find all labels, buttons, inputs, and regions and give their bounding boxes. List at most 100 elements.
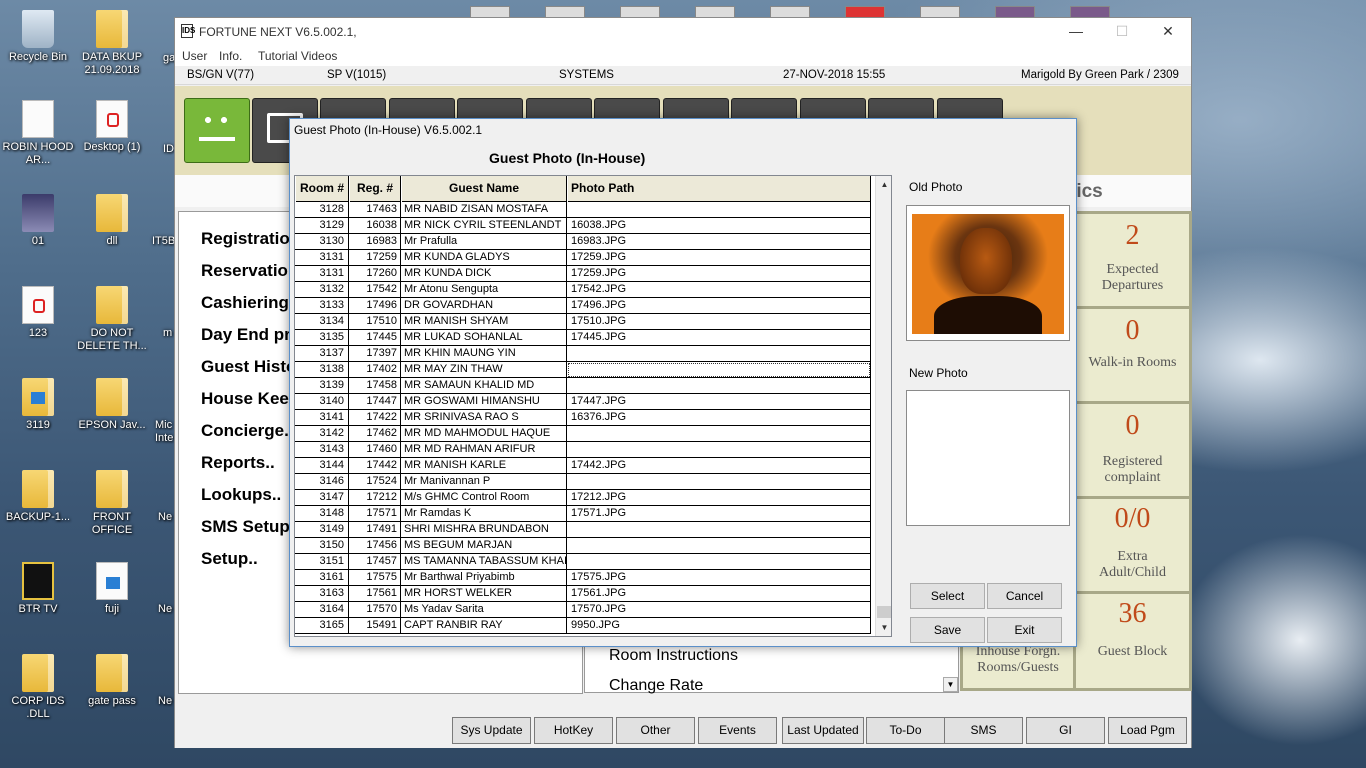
table-row[interactable]: 3140 17447 MR GOSWAMI HIMANSHU 17447.JPG [295, 394, 871, 410]
menu-setup[interactable]: Setup.. [201, 549, 258, 569]
toolbar-registration-button[interactable] [184, 98, 250, 163]
menu-info[interactable]: Info. [219, 49, 242, 63]
cell-photo-path[interactable] [567, 362, 871, 378]
cell-reg[interactable]: 17260 [349, 266, 401, 282]
cell-guest-name[interactable]: MR KHIN MAUNG YIN [401, 346, 567, 362]
cell-reg[interactable]: 17510 [349, 314, 401, 330]
table-row[interactable]: 3163 17561 MR HORST WELKER 17561.JPG [295, 586, 871, 602]
cell-room[interactable]: 3150 [295, 538, 349, 554]
cell-reg[interactable]: 17442 [349, 458, 401, 474]
cell-room[interactable]: 3148 [295, 506, 349, 522]
cell-reg[interactable]: 17457 [349, 554, 401, 570]
cell-guest-name[interactable]: Ms Yadav Sarita [401, 602, 567, 618]
desktop-icon-epson[interactable]: EPSON Jav... [75, 378, 149, 432]
cell-guest-name[interactable]: SHRI MISHRA BRUNDABON [401, 522, 567, 538]
desktop-icon-123[interactable]: 123 [1, 286, 75, 340]
col-reg[interactable]: Reg. # [349, 176, 401, 202]
stat-guest-block[interactable]: 36 Guest Block [1076, 594, 1189, 688]
table-row[interactable]: 3138 17402 MR MAY ZIN THAW [295, 362, 871, 378]
cell-room[interactable]: 3165 [295, 618, 349, 634]
cell-guest-name[interactable]: MR MANISH KARLE [401, 458, 567, 474]
table-row[interactable]: 3130 16983 Mr Prafulla 16983.JPG [295, 234, 871, 250]
table-row[interactable]: 3151 17457 MS TAMANNA TABASSUM KHAI [295, 554, 871, 570]
table-row[interactable]: 3139 17458 MR SAMAUN KHALID MD [295, 378, 871, 394]
cell-room[interactable]: 3133 [295, 298, 349, 314]
desktop-icon-backup[interactable]: BACKUP-1... [1, 470, 75, 524]
cell-photo-path[interactable]: 16038.JPG [567, 218, 871, 234]
cell-reg[interactable]: 15491 [349, 618, 401, 634]
stat-extra-adult-child[interactable]: 0/0 Extra Adult/Child [1076, 499, 1189, 591]
table-row[interactable]: 3131 17260 MR KUNDA DICK 17259.JPG [295, 266, 871, 282]
cell-reg[interactable]: 16038 [349, 218, 401, 234]
load-pgm-button[interactable]: Load Pgm [1108, 717, 1187, 744]
cell-photo-path[interactable]: 17561.JPG [567, 586, 871, 602]
cell-room[interactable]: 3146 [295, 474, 349, 490]
table-row[interactable]: 3143 17460 MR MD RAHMAN ARIFUR [295, 442, 871, 458]
menu-registration[interactable]: Registratio [201, 229, 290, 249]
col-photo-path[interactable]: Photo Path [567, 176, 871, 202]
table-row[interactable]: 3146 17524 Mr Manivannan P [295, 474, 871, 490]
cell-photo-path[interactable]: 17447.JPG [567, 394, 871, 410]
sys-update-button[interactable]: Sys Update [452, 717, 531, 744]
cell-room[interactable]: 3142 [295, 426, 349, 442]
table-row[interactable]: 3144 17442 MR MANISH KARLE 17442.JPG [295, 458, 871, 474]
events-button[interactable]: Events [698, 717, 777, 744]
cell-guest-name[interactable]: Mr Ramdas K [401, 506, 567, 522]
cell-room[interactable]: 3147 [295, 490, 349, 506]
cell-reg[interactable]: 17456 [349, 538, 401, 554]
cell-reg[interactable]: 17524 [349, 474, 401, 490]
cell-room[interactable]: 3132 [295, 282, 349, 298]
stat-expected-departures[interactable]: 2 Expected Departures [1076, 214, 1189, 306]
menu-reports[interactable]: Reports.. [201, 453, 275, 473]
desktop-icon-desktop1[interactable]: Desktop (1) [75, 100, 149, 154]
table-row[interactable]: 3148 17571 Mr Ramdas K 17571.JPG [295, 506, 871, 522]
cell-room[interactable]: 3163 [295, 586, 349, 602]
cell-photo-path[interactable]: 17259.JPG [567, 266, 871, 282]
cell-reg[interactable]: 17571 [349, 506, 401, 522]
cell-reg[interactable]: 17575 [349, 570, 401, 586]
cell-photo-path[interactable]: 17445.JPG [567, 330, 871, 346]
cell-reg[interactable]: 17458 [349, 378, 401, 394]
table-row[interactable]: 3135 17445 MR LUKAD SOHANLAL 17445.JPG [295, 330, 871, 346]
cell-reg[interactable]: 17447 [349, 394, 401, 410]
desktop-icon-do-not-delete[interactable]: DO NOT DELETE TH... [75, 286, 149, 353]
cell-photo-path[interactable] [567, 474, 871, 490]
desktop-cut-label[interactable]: Ne [158, 603, 172, 615]
save-button[interactable]: Save [910, 617, 985, 643]
cell-room[interactable]: 3129 [295, 218, 349, 234]
desktop-cut-label[interactable]: IT5B [152, 235, 175, 247]
table-row[interactable]: 3141 17422 MR SRINIVASA RAO S 16376.JPG [295, 410, 871, 426]
menu-sms-setup[interactable]: SMS Setup. [201, 517, 295, 537]
cell-reg[interactable]: 17491 [349, 522, 401, 538]
table-row[interactable]: 3134 17510 MR MANISH SHYAM 17510.JPG [295, 314, 871, 330]
menu-reservation[interactable]: Reservatio [201, 261, 288, 281]
cell-room[interactable]: 3161 [295, 570, 349, 586]
cell-guest-name[interactable]: MR NABID ZISAN MOSTAFA [401, 202, 567, 218]
menu-lookups[interactable]: Lookups.. [201, 485, 281, 505]
cell-room[interactable]: 3164 [295, 602, 349, 618]
cell-reg[interactable]: 16983 [349, 234, 401, 250]
table-row[interactable]: 3164 17570 Ms Yadav Sarita 17570.JPG [295, 602, 871, 618]
scroll-down-arrow-icon[interactable]: ▼ [943, 677, 958, 692]
cell-room[interactable]: 3149 [295, 522, 349, 538]
cell-guest-name[interactable]: MR MD MAHMODUL HAQUE [401, 426, 567, 442]
cell-room[interactable]: 3137 [295, 346, 349, 362]
cell-reg[interactable]: 17542 [349, 282, 401, 298]
cell-photo-path[interactable]: 16376.JPG [567, 410, 871, 426]
minimize-button[interactable]: — [1053, 18, 1099, 46]
cell-room[interactable]: 3130 [295, 234, 349, 250]
cell-photo-path[interactable] [567, 202, 871, 218]
close-button[interactable]: ✕ [1145, 18, 1191, 46]
desktop-icon-fuji[interactable]: fuji [75, 562, 149, 616]
table-row[interactable]: 3147 17212 M/s GHMC Control Room 17212.JPG [295, 490, 871, 506]
cell-room[interactable]: 3143 [295, 442, 349, 458]
col-guest-name[interactable]: Guest Name [401, 176, 567, 202]
desktop-icon-gate-pass[interactable]: gate pass [75, 654, 149, 708]
table-row[interactable]: 3128 17463 MR NABID ZISAN MOSTAFA [295, 202, 871, 218]
desktop-cut-label[interactable]: Ne [158, 511, 172, 523]
cell-photo-path[interactable] [567, 346, 871, 362]
cell-guest-name[interactable]: MR NICK CYRIL STEENLANDT [401, 218, 567, 234]
cell-photo-path[interactable]: 17570.JPG [567, 602, 871, 618]
desktop-icon-3119[interactable]: 3119 [1, 378, 75, 432]
sms-button[interactable]: SMS [944, 717, 1023, 744]
